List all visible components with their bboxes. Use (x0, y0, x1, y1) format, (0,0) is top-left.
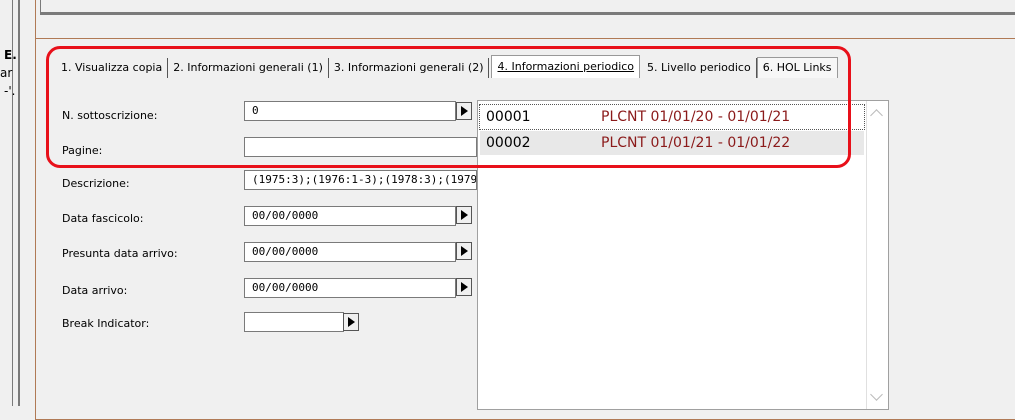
pagine-field[interactable] (244, 137, 477, 157)
sottoscrizione-arrow-button[interactable] (456, 102, 472, 120)
item-code: 00001 (486, 109, 531, 125)
left-edge-text: ar (0, 66, 13, 80)
subscription-dropdown-list[interactable]: 00001 PLCNT 01/01/20 - 01/01/21 00002 PL… (477, 100, 889, 410)
data-fascicolo-label: Data fascicolo: (62, 212, 144, 225)
list-item[interactable]: 00001 PLCNT 01/01/20 - 01/01/21 (479, 104, 865, 130)
break-indicator-label: Break Indicator: (62, 317, 150, 330)
left-edge-text: E. (4, 48, 17, 62)
break-indicator-field[interactable] (244, 312, 344, 332)
item-code: 00002 (486, 135, 531, 151)
frame-line (18, 0, 20, 406)
scroll-up-icon[interactable] (870, 109, 883, 122)
item-description: PLCNT 01/01/20 - 01/01/21 (601, 109, 791, 125)
scrollbar[interactable] (866, 101, 888, 409)
presunta-data-field[interactable]: 00/00/0000 (244, 242, 456, 262)
data-arrivo-arrow-button[interactable] (456, 278, 472, 296)
presunta-data-label: Presunta data arrivo: (62, 247, 178, 260)
presunta-data-arrow-button[interactable] (456, 242, 472, 260)
tab-visualizza-copia[interactable]: 1. Visualizza copia (56, 58, 169, 78)
tab-informazioni-periodico[interactable]: 4. Informazioni periodico (491, 55, 641, 78)
pagine-label: Pagine: (62, 144, 103, 157)
data-arrivo-label: Data arrivo: (62, 284, 128, 297)
tab-bar: 1. Visualizza copia 2. Informazioni gene… (56, 54, 838, 78)
sottoscrizione-field[interactable]: 0 (244, 101, 456, 121)
item-description: PLCNT 01/01/21 - 01/01/22 (601, 135, 791, 151)
tab-hol-links[interactable]: 6. HOL Links (756, 57, 838, 78)
frame-line (40, 0, 41, 14)
left-edge-text: -'. (4, 84, 16, 98)
list-item[interactable]: 00002 PLCNT 01/01/21 - 01/01/22 (480, 131, 864, 155)
data-fascicolo-field[interactable]: 00/00/0000 (244, 206, 456, 226)
data-arrivo-field[interactable]: 00/00/0000 (244, 278, 456, 298)
tab-informazioni-generali-1[interactable]: 2. Informazioni generali (1) (168, 58, 329, 78)
data-fascicolo-arrow-button[interactable] (456, 206, 472, 224)
descrizione-field[interactable]: (1975:3);(1976:1-3);(1978:3);(1979 (244, 170, 477, 190)
sottoscrizione-label: N. sottoscrizione: (62, 109, 158, 122)
scroll-down-icon[interactable] (870, 388, 883, 401)
break-indicator-arrow-button[interactable] (343, 313, 359, 331)
tab-livello-periodico[interactable]: 5. Livello periodico (642, 58, 757, 78)
frame-line (40, 12, 1015, 15)
tab-informazioni-generali-2[interactable]: 3. Informazioni generali (2) (329, 58, 490, 78)
descrizione-label: Descrizione: (62, 177, 130, 190)
